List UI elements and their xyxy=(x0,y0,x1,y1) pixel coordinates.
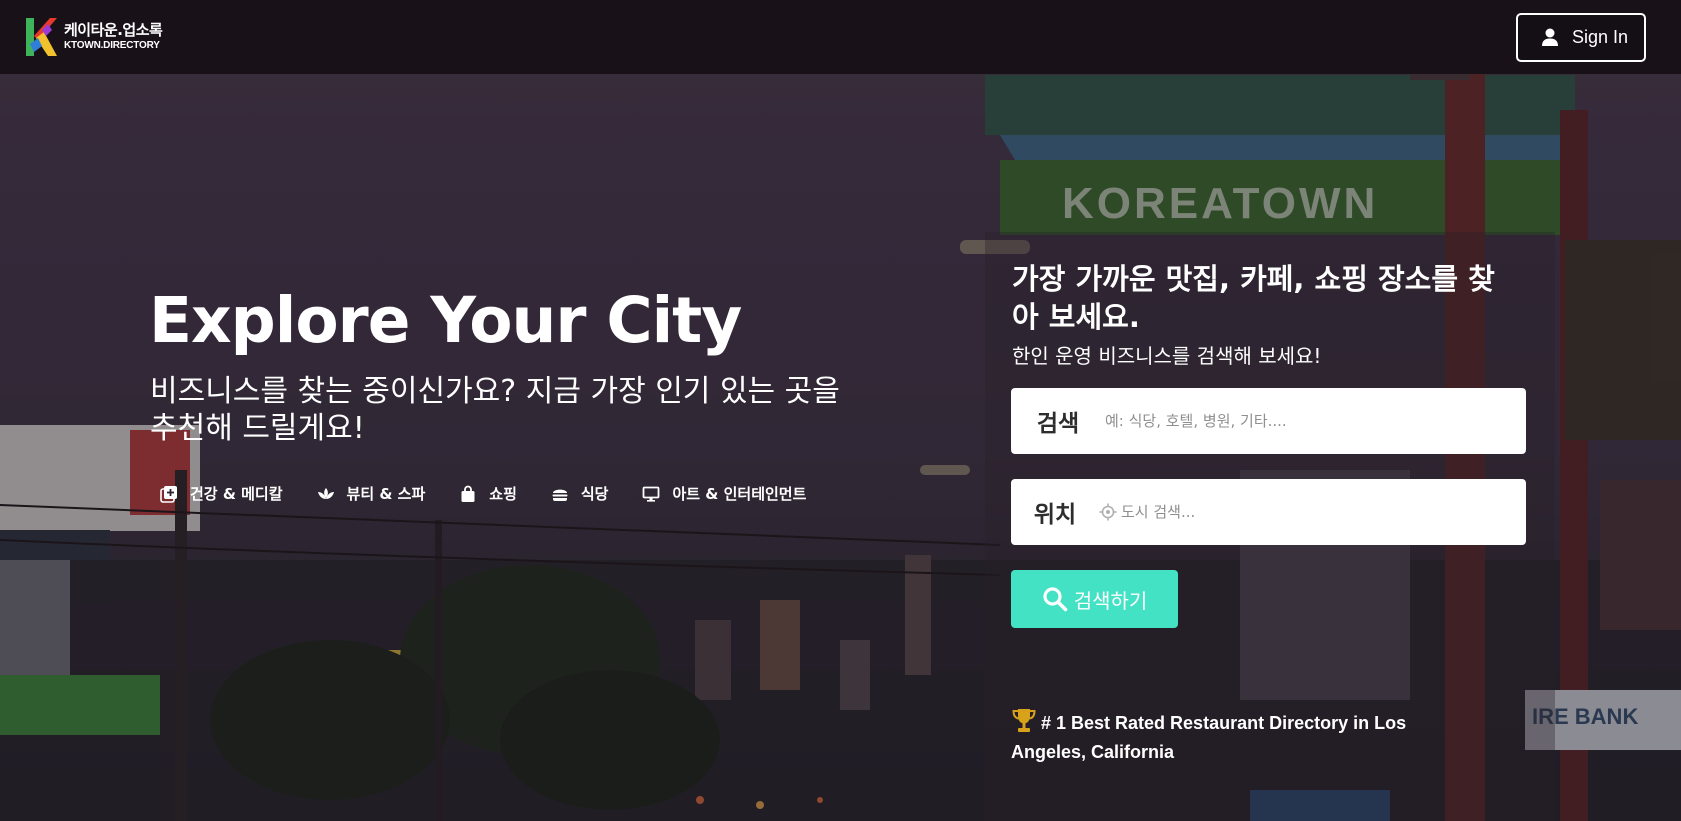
medical-plus-icon xyxy=(160,485,177,503)
sign-in-label: Sign In xyxy=(1571,26,1628,47)
shopping-bag-icon xyxy=(461,485,475,502)
location-input[interactable] xyxy=(1121,492,1501,532)
brand-logo[interactable]: 케이타운.업소록 KTOWN.DIRECTORY xyxy=(24,16,163,58)
search-icon xyxy=(1043,587,1067,612)
search-submit-label: 검색하기 xyxy=(1073,588,1148,613)
category-arts-entertainment[interactable]: 아트 & 인터테인먼트 xyxy=(642,483,806,504)
hero-title: Explore Your City xyxy=(149,284,742,357)
location-label: 위치 xyxy=(1033,502,1077,528)
k-logo-icon xyxy=(26,18,57,56)
award-text: # 1 Best Rated Restaurant Directory in L… xyxy=(1011,713,1407,762)
search-input[interactable] xyxy=(1105,401,1485,441)
hero-subtitle: 비즈니스를 찾는 중이신가요? 지금 가장 인기 있는 곳을 추천해 드릴게요! xyxy=(150,374,840,446)
award-banner: # 1 Best Rated Restaurant Directory in L… xyxy=(1011,707,1481,767)
search-submit-button[interactable]: 검색하기 xyxy=(1011,570,1178,628)
monitor-icon xyxy=(643,486,660,502)
category-label: 건강 & 메디칼 xyxy=(190,485,283,503)
burger-icon xyxy=(552,489,568,501)
search-panel-subheading: 한인 운영 비즈니스를 검색해 보세요! xyxy=(1012,344,1322,368)
category-label: 식당 xyxy=(580,485,609,503)
sign-in-button[interactable]: Sign In xyxy=(1515,12,1646,62)
location-field: 위치 xyxy=(1011,479,1526,545)
category-label: 뷰티 & 스파 xyxy=(346,485,426,503)
crosshair-icon[interactable] xyxy=(1099,503,1117,521)
category-health-medical[interactable]: 건강 & 메디칼 xyxy=(160,483,283,504)
search-panel-heading: 가장 가까운 맛집, 카페, 쇼핑 장소를 찾아 보세요. xyxy=(1012,262,1495,334)
category-label: 아트 & 인터테인먼트 xyxy=(672,485,807,503)
brand-name-ko: 케이타운.업소록 xyxy=(64,21,163,39)
trophy-icon xyxy=(1012,709,1036,732)
category-shopping[interactable]: 쇼핑 xyxy=(459,483,517,504)
brand-name-en: KTOWN.DIRECTORY xyxy=(64,40,160,51)
lotus-icon xyxy=(317,487,334,499)
category-label: 쇼핑 xyxy=(489,485,517,503)
category-beauty-spa[interactable]: 뷰티 & 스파 xyxy=(317,483,426,504)
search-label: 검색 xyxy=(1036,411,1080,437)
category-restaurant[interactable]: 식당 xyxy=(551,483,609,504)
top-navbar: 케이타운.업소록 KTOWN.DIRECTORY Sign In xyxy=(0,0,1681,74)
search-field: 검색 xyxy=(1011,388,1526,454)
user-icon xyxy=(1541,28,1558,46)
category-links: 건강 & 메디칼 뷰티 & 스파 쇼핑 식당 아트 & 인터테인먼트 xyxy=(160,483,840,504)
